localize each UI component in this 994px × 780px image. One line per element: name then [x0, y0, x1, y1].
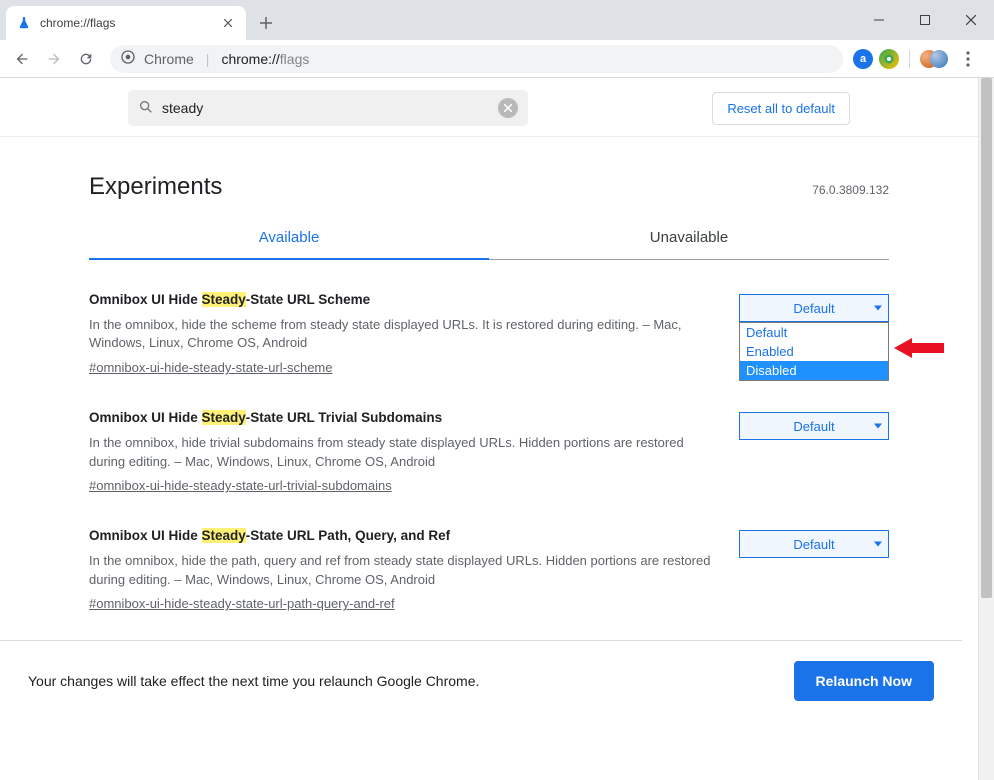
- flag-state-select[interactable]: Default: [739, 412, 889, 440]
- flag-title: Omnibox UI Hide Steady-State URL Scheme: [89, 290, 715, 310]
- chevron-down-icon: [874, 542, 882, 547]
- window-minimize-button[interactable]: [856, 4, 902, 36]
- flag-description: In the omnibox, hide trivial subdomains …: [89, 434, 715, 472]
- annotation-arrow-icon: [894, 336, 944, 360]
- browser-tab[interactable]: chrome://flags: [6, 6, 246, 40]
- flag-dropdown-menu: Default Enabled Disabled: [739, 322, 889, 381]
- flag-state-select[interactable]: Default: [739, 530, 889, 558]
- flag-title: Omnibox UI Hide Steady-State URL Trivial…: [89, 408, 715, 428]
- chrome-version: 76.0.3809.132: [812, 183, 889, 197]
- tab-title: chrome://flags: [40, 16, 212, 30]
- chevron-down-icon: [874, 306, 882, 311]
- flag-state-select[interactable]: Default: [739, 294, 889, 322]
- vertical-scrollbar[interactable]: [978, 78, 994, 780]
- flag-item: Omnibox UI Hide Steady-State URL Path, Q…: [89, 496, 889, 614]
- browser-toolbar: Chrome | chrome://flags a: [0, 40, 994, 78]
- chrome-menu-button[interactable]: [954, 45, 982, 73]
- flag-anchor-link[interactable]: #omnibox-ui-hide-steady-state-url-path-q…: [89, 596, 395, 611]
- url-path: flags: [280, 51, 310, 67]
- relaunch-message: Your changes will take effect the next t…: [28, 673, 479, 689]
- flag-title: Omnibox UI Hide Steady-State URL Path, Q…: [89, 526, 715, 546]
- tab-strip: chrome://flags: [0, 0, 994, 40]
- window-maximize-button[interactable]: [902, 4, 948, 36]
- flag-anchor-link[interactable]: #omnibox-ui-hide-steady-state-url-trivia…: [89, 478, 392, 493]
- address-bar[interactable]: Chrome | chrome://flags: [110, 45, 843, 73]
- flag-description: In the omnibox, hide the path, query and…: [89, 552, 715, 590]
- tab-available[interactable]: Available: [89, 217, 489, 260]
- flags-tabs: Available Unavailable: [89, 217, 889, 260]
- flags-search-input[interactable]: [162, 100, 490, 116]
- flag-item: Omnibox UI Hide Steady-State URL Scheme …: [89, 260, 889, 378]
- search-icon: [138, 99, 154, 118]
- url-host: chrome://: [221, 51, 279, 67]
- reset-all-button[interactable]: Reset all to default: [712, 92, 850, 125]
- scrollbar-thumb[interactable]: [981, 78, 992, 598]
- window-close-button[interactable]: [948, 4, 994, 36]
- page-title: Experiments: [89, 173, 222, 201]
- chevron-down-icon: [874, 424, 882, 429]
- url-scheme-label: Chrome: [144, 51, 194, 67]
- extension-icon-2[interactable]: [879, 49, 899, 69]
- dropdown-option-enabled[interactable]: Enabled: [740, 342, 888, 361]
- flag-anchor-link[interactable]: #omnibox-ui-hide-steady-state-url-scheme: [89, 360, 333, 375]
- flag-item: Omnibox UI Hide Steady-State URL Trivial…: [89, 378, 889, 496]
- back-button[interactable]: [8, 45, 36, 73]
- reload-button[interactable]: [72, 45, 100, 73]
- relaunch-button[interactable]: Relaunch Now: [794, 661, 934, 701]
- new-tab-button[interactable]: [252, 9, 280, 37]
- flags-top-bar: Reset all to default: [0, 78, 978, 137]
- extension-icon-1[interactable]: a: [853, 49, 873, 69]
- flask-icon: [16, 15, 32, 31]
- relaunch-bar: Your changes will take effect the next t…: [0, 640, 962, 720]
- flags-search-box[interactable]: [128, 90, 528, 126]
- profile-avatar[interactable]: [920, 49, 948, 69]
- dropdown-option-default[interactable]: Default: [740, 323, 888, 342]
- chrome-page-icon: [120, 49, 136, 68]
- tab-close-button[interactable]: [220, 15, 236, 31]
- flag-description: In the omnibox, hide the scheme from ste…: [89, 316, 715, 354]
- dropdown-option-disabled[interactable]: Disabled: [740, 361, 888, 380]
- clear-search-button[interactable]: [498, 98, 518, 118]
- forward-button[interactable]: [40, 45, 68, 73]
- tab-unavailable[interactable]: Unavailable: [489, 217, 889, 260]
